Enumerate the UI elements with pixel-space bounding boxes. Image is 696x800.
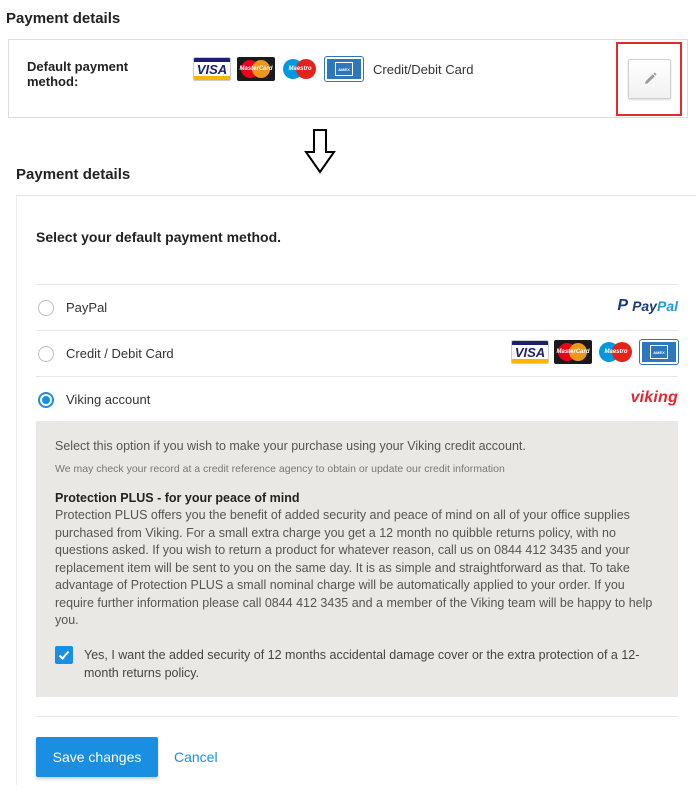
credit-card-radio[interactable] (38, 346, 54, 362)
visa-icon: VISA (511, 340, 549, 364)
mastercard-icon: MasterCard (237, 57, 275, 81)
paypal-radio[interactable] (38, 300, 54, 316)
credit-card-label: Credit / Debit Card (66, 346, 174, 361)
save-changes-button[interactable]: Save changes (36, 737, 158, 777)
option-viking-account[interactable]: Viking account viking (36, 376, 678, 422)
maestro-icon: Maestro (281, 57, 319, 81)
default-payment-summary-card: Default payment method: VISA MasterCard … (8, 39, 688, 118)
down-arrow-icon (304, 129, 336, 174)
viking-label: Viking account (66, 392, 151, 407)
paypal-label: PayPal (66, 300, 108, 315)
amex-icon: AMEX (639, 339, 679, 365)
visa-icon: VISA (193, 57, 231, 81)
bottom-section-title: Payment details (16, 166, 131, 183)
amex-icon: AMEX (324, 56, 364, 82)
credit-check-notice: We may check your record at a credit ref… (55, 463, 505, 475)
protection-plus-body: Protection PLUS offers you the benefit o… (55, 508, 653, 627)
viking-info-text: Select this option if you wish to make y… (55, 439, 526, 453)
maestro-icon: Maestro (597, 340, 635, 364)
viking-logo-icon: viking (630, 389, 678, 406)
edit-highlight-box (616, 42, 682, 116)
divider (36, 716, 678, 717)
edit-payment-button[interactable] (628, 59, 671, 99)
default-payment-method-label: Default payment method: (27, 59, 129, 89)
paypal-logo-icon: P PayPal (617, 297, 678, 314)
checkmark-icon (58, 650, 70, 660)
card-logos: VISA MasterCard Maestro AMEX (193, 56, 364, 82)
viking-account-details-panel: Select this option if you wish to make y… (36, 421, 678, 697)
option-paypal[interactable]: PayPal P PayPal (36, 284, 678, 330)
paypal-logo-pay: Pay (632, 298, 657, 314)
cancel-link[interactable]: Cancel (174, 749, 218, 765)
card-logos: VISA MasterCard Maestro AMEX (511, 339, 679, 365)
viking-radio[interactable] (38, 392, 54, 408)
default-payment-type: Credit/Debit Card (373, 62, 474, 77)
protection-plus-checkbox-label[interactable]: Yes, I want the added security of 12 mon… (84, 647, 669, 682)
protection-plus-heading: Protection PLUS - for your peace of mind (55, 491, 300, 505)
mastercard-icon: MasterCard (554, 340, 592, 364)
paypal-logo-pal: Pal (656, 298, 678, 314)
pencil-icon (644, 72, 656, 84)
select-method-heading: Select your default payment method. (36, 229, 282, 245)
option-credit-debit-card[interactable]: Credit / Debit Card VISA MasterCard Maes… (36, 330, 679, 376)
payment-method-form: Select your default payment method. PayP… (16, 195, 696, 785)
top-section-title: Payment details (6, 10, 121, 27)
protection-plus-checkbox[interactable] (55, 646, 73, 664)
